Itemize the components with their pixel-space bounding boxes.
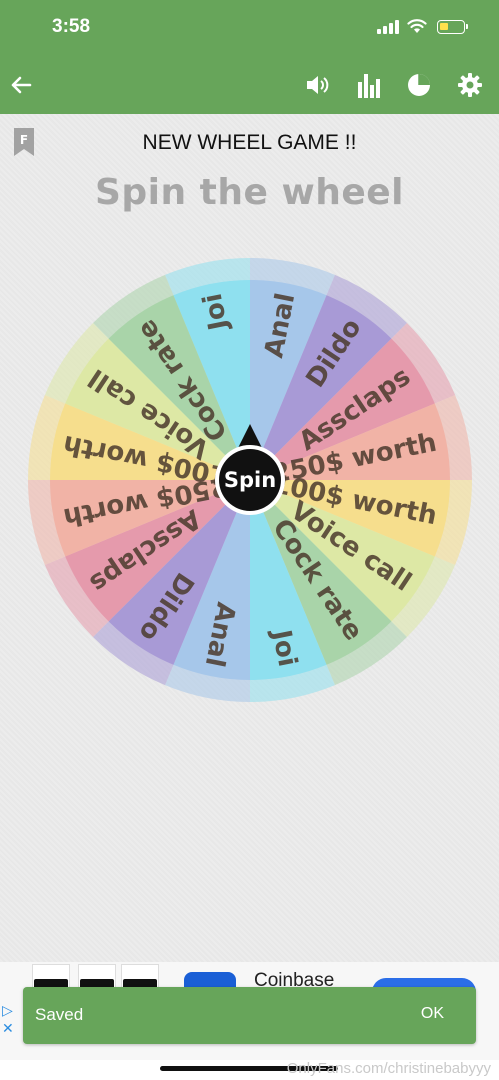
- back-arrow-icon[interactable]: [6, 70, 36, 100]
- snackbar-ok-button[interactable]: OK: [421, 1005, 444, 1023]
- spin-wheel[interactable]: Joi Anal DildoAssclaps250$ worth100$ worth…: [26, 256, 474, 704]
- status-time: 3:58: [52, 16, 91, 37]
- bar-chart-icon[interactable]: [354, 70, 384, 100]
- status-bar: 3:58: [0, 0, 499, 56]
- watermark: OnlyFans.com/christinebabyyy: [286, 1060, 491, 1077]
- signal-icon: [377, 20, 399, 34]
- wifi-icon: [407, 19, 427, 33]
- page-title: Spin the wheel: [94, 172, 405, 213]
- pie-chart-icon[interactable]: [404, 70, 434, 100]
- snackbar-message: Saved: [35, 1005, 84, 1024]
- spin-button-label[interactable]: Spin: [224, 468, 276, 492]
- snackbar: Saved OK: [23, 987, 476, 1044]
- ad-choices-icon[interactable]: ▷ ✕: [2, 1002, 14, 1038]
- app-bar: [0, 56, 499, 114]
- gear-icon[interactable]: [455, 70, 485, 100]
- volume-icon[interactable]: [304, 70, 334, 100]
- game-title: NEW WHEEL GAME !!: [142, 131, 357, 154]
- battery-icon: [437, 20, 468, 34]
